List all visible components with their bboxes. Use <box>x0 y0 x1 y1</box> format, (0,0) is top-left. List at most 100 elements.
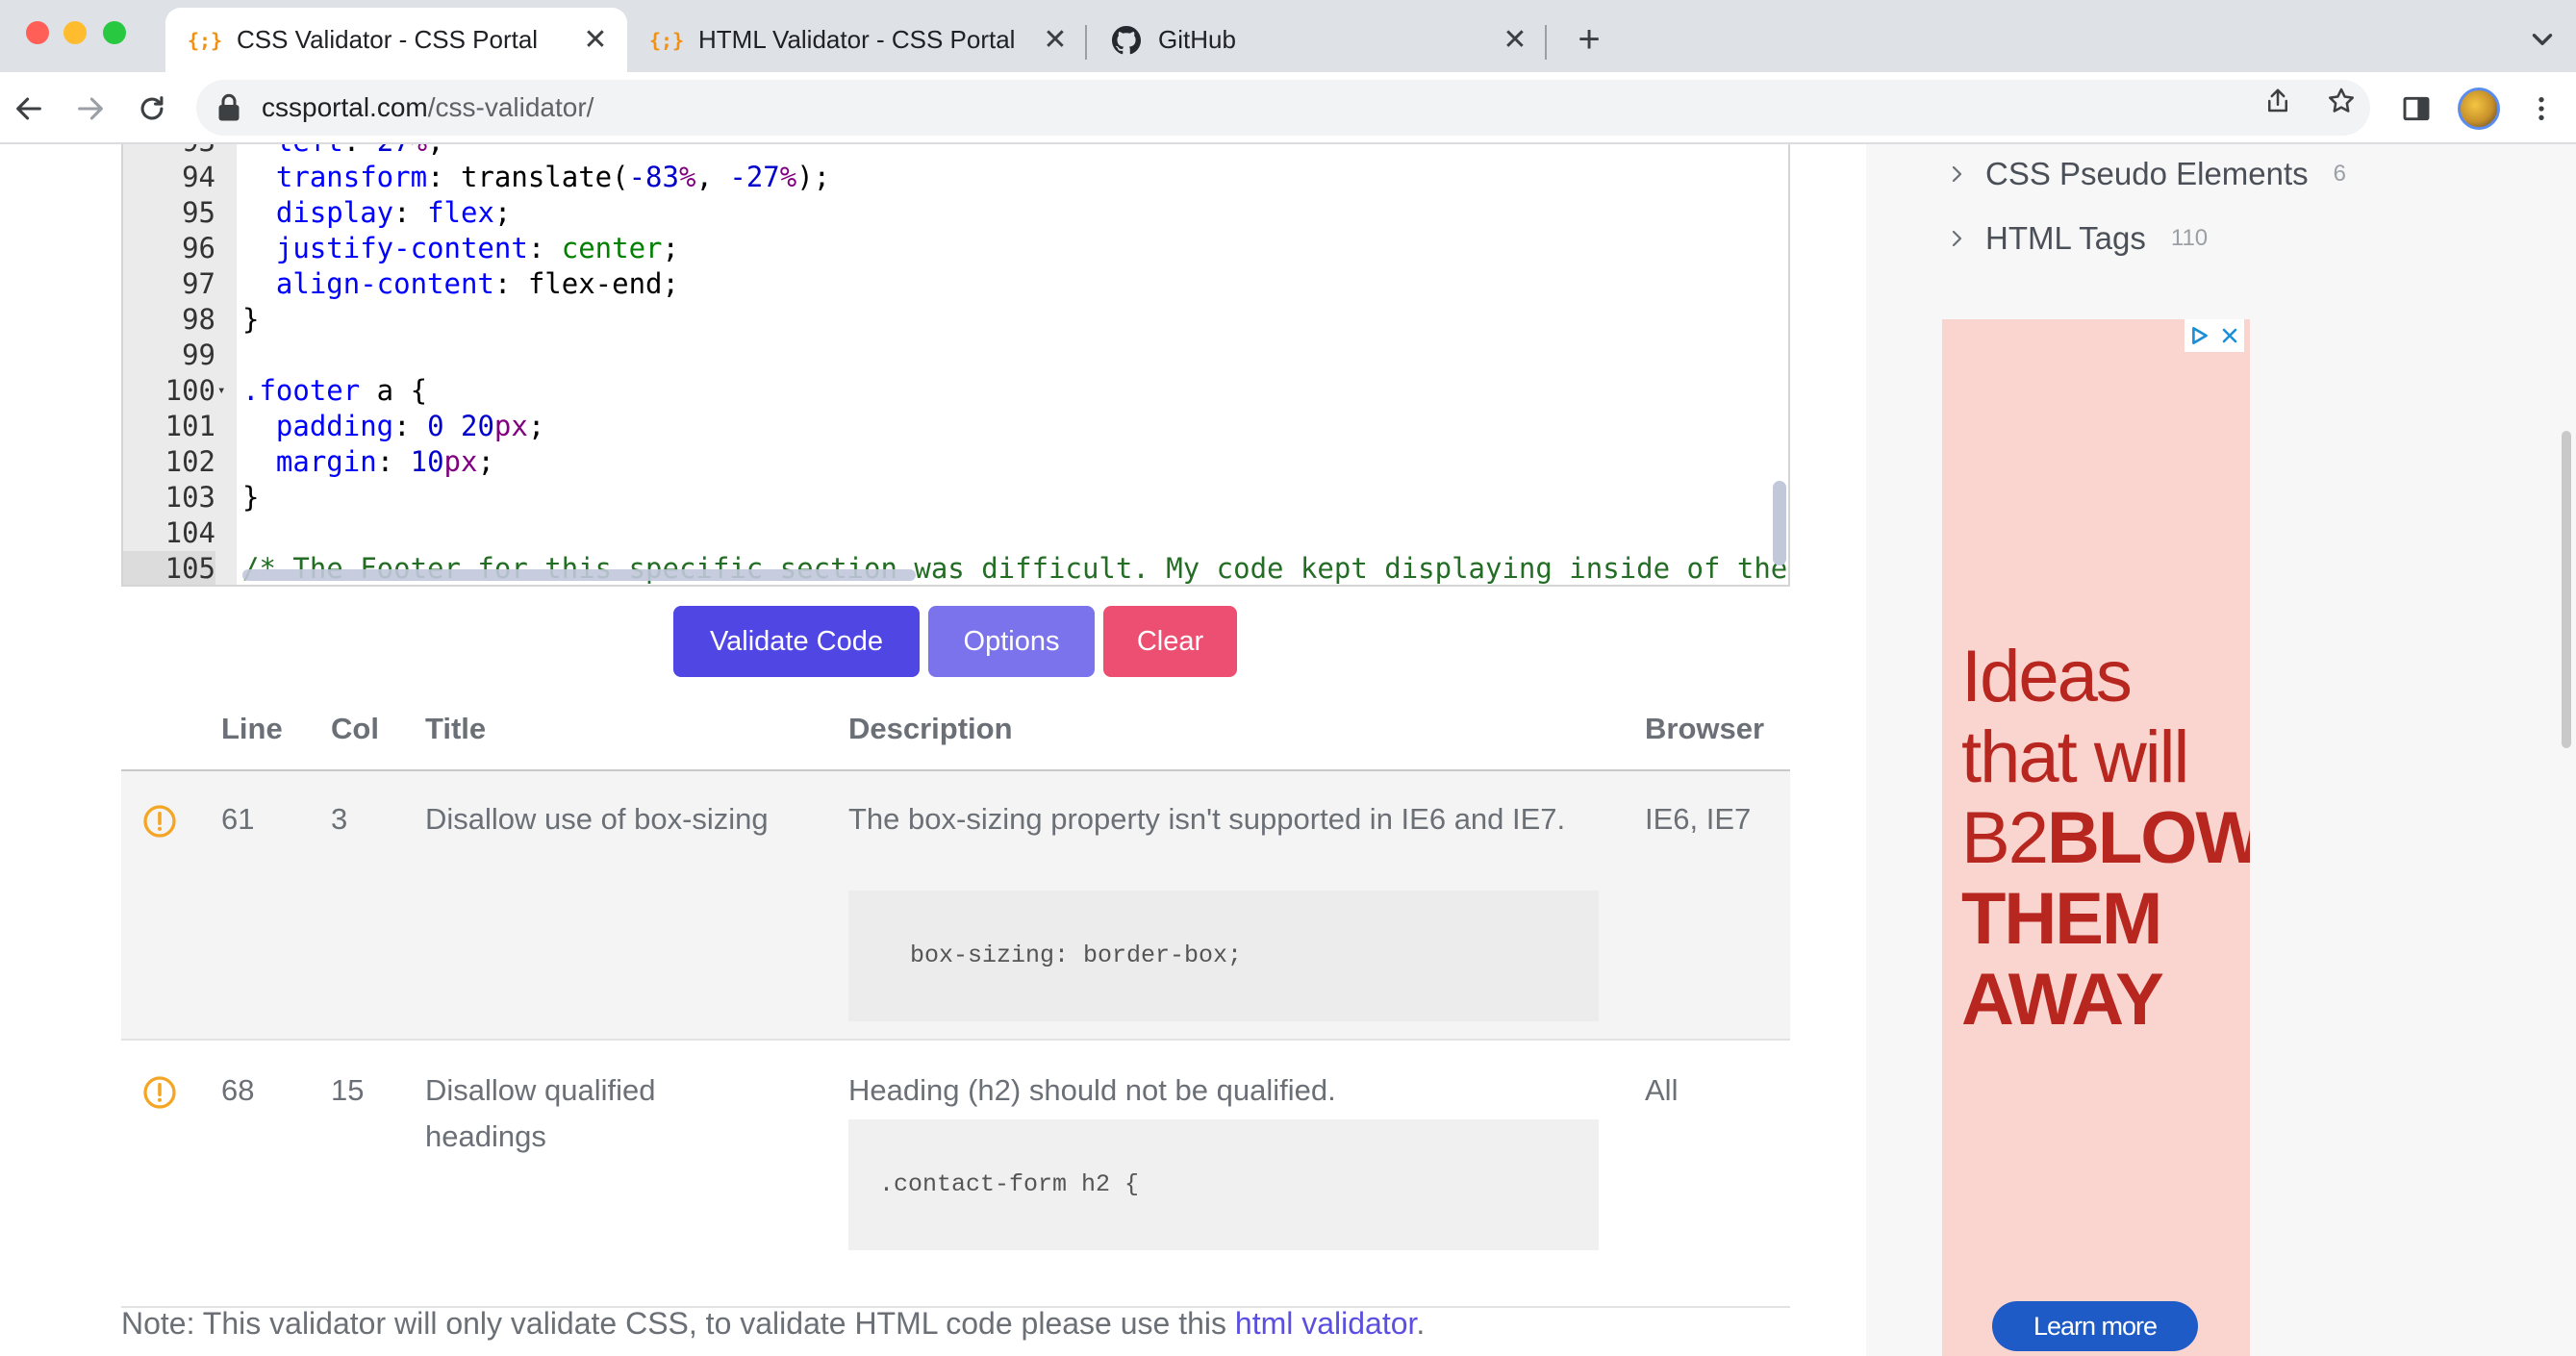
advertisement[interactable]: Ideas that will B2BLOW THEM AWAY <box>1942 319 2250 1356</box>
code-text: } <box>242 481 260 514</box>
chevron-right-icon <box>1952 230 1962 247</box>
code-text: display: flex; <box>275 196 512 229</box>
code-text: padding: 0 20px; <box>275 410 545 442</box>
minimize-window-button[interactable] <box>63 21 87 44</box>
page-viewport: 93 left: 27%;94 transform: translate(-83… <box>0 144 2576 1356</box>
line-number: 96 <box>182 232 215 264</box>
code-line[interactable]: 104 <box>123 515 1788 551</box>
row-title: Disallow use of box-sizing <box>425 802 769 836</box>
table-row: 68 15 Disallow qualified headings Headin… <box>121 1042 1790 1308</box>
maximize-window-button[interactable] <box>103 21 126 44</box>
back-arrow-icon[interactable] <box>8 88 50 130</box>
row-description: The box-sizing property isn't supported … <box>848 802 1566 836</box>
code-text: } <box>242 303 260 336</box>
row-col: 15 <box>331 1073 365 1107</box>
sidebar-item-css-pseudo-elements[interactable]: CSS Pseudo Elements 6 <box>1945 150 2346 198</box>
address-bar[interactable]: cssportal.com/css-validator/ <box>196 80 2370 136</box>
row-line: 68 <box>221 1073 255 1107</box>
line-number: 99 <box>182 339 215 371</box>
code-line[interactable]: 94 transform: translate(-83%, -27%); <box>123 160 1788 195</box>
line-number: 103 <box>164 481 215 514</box>
line-number: 95 <box>182 196 215 229</box>
tab-search-chevron-down-icon[interactable] <box>2526 23 2559 56</box>
css-code-editor[interactable]: 93 left: 27%;94 transform: translate(-83… <box>121 144 1790 587</box>
line-number: 105 <box>123 551 215 585</box>
code-line[interactable]: 101 padding: 0 20px; <box>123 409 1788 444</box>
reload-icon[interactable] <box>131 88 173 130</box>
code-line[interactable]: 102 margin: 10px; <box>123 444 1788 480</box>
tab-css-validator[interactable]: {;} CSS Validator - CSS Portal ✕ <box>165 8 627 72</box>
bookmark-star-icon[interactable] <box>2322 82 2361 120</box>
sidebar-item-count: 6 <box>2333 161 2347 187</box>
code-line[interactable]: 93 left: 27%; <box>123 144 1788 160</box>
row-browser: All <box>1645 1073 1679 1107</box>
new-tab-button[interactable]: + <box>1570 20 1608 60</box>
close-tab-icon[interactable]: ✕ <box>581 24 610 56</box>
code-line[interactable]: 95 display: flex; <box>123 195 1788 231</box>
code-line[interactable]: 98} <box>123 302 1788 338</box>
ad-headline: Ideas that will B2BLOW THEM AWAY <box>1961 636 2250 1041</box>
warning-icon <box>143 805 176 838</box>
tab-separator <box>1545 25 1547 60</box>
fold-arrow-icon[interactable]: ▾ <box>217 373 225 409</box>
editor-horizontal-scrollbar[interactable] <box>242 569 916 581</box>
row-line: 61 <box>221 802 255 836</box>
tab-github[interactable]: GitHub ✕ <box>1087 8 1547 72</box>
validator-note: Note: This validator will only validate … <box>121 1306 1426 1341</box>
clear-button[interactable]: Clear <box>1103 606 1237 677</box>
column-header-line: Line <box>221 712 283 745</box>
page-vertical-scrollbar[interactable] <box>2562 431 2571 748</box>
sidebar-item-label: HTML Tags <box>1985 220 2146 256</box>
code-line[interactable]: 99 <box>123 338 1788 373</box>
adchoices-play-icon[interactable] <box>2189 325 2210 346</box>
code-text: transform: translate(-83%, -27%); <box>275 161 831 193</box>
code-line[interactable]: 103} <box>123 480 1788 515</box>
warning-icon <box>143 1076 176 1109</box>
profile-avatar[interactable] <box>2458 88 2500 130</box>
row-description: Heading (h2) should not be qualified. <box>848 1073 1336 1107</box>
ad-learn-more-button[interactable]: Learn more <box>1992 1301 2198 1351</box>
more-menu-icon[interactable] <box>2520 88 2563 130</box>
code-line[interactable]: 96 justify-content: center; <box>123 231 1788 266</box>
line-number: 98 <box>182 303 215 336</box>
column-header-browser: Browser <box>1645 712 1765 745</box>
line-number: 101 <box>164 410 215 442</box>
side-panel-icon[interactable] <box>2395 88 2437 130</box>
editor-vertical-scrollbar[interactable] <box>1773 481 1786 565</box>
css-portal-favicon-icon: {;} <box>187 28 223 52</box>
row-browser: IE6, IE7 <box>1645 802 1752 836</box>
forward-arrow-icon[interactable] <box>69 88 112 130</box>
ad-choices[interactable] <box>2185 319 2244 352</box>
html-validator-link[interactable]: html validator <box>1235 1306 1417 1341</box>
browser-toolbar: cssportal.com/css-validator/ <box>0 72 2576 144</box>
code-text: .footer a { <box>242 374 428 407</box>
github-icon <box>1112 25 1141 55</box>
tab-title: GitHub <box>1158 25 1236 54</box>
close-window-button[interactable] <box>26 21 49 44</box>
close-tab-icon[interactable]: ✕ <box>1041 24 1070 56</box>
tab-html-validator[interactable]: {;} HTML Validator - CSS Portal ✕ <box>627 8 1087 72</box>
close-ad-icon[interactable] <box>2220 326 2239 345</box>
validate-code-button[interactable]: Validate Code <box>673 606 920 677</box>
column-header-col: Col <box>331 712 379 745</box>
line-number: 93 <box>123 144 215 160</box>
code-line[interactable]: 97 align-content: flex-end; <box>123 266 1788 302</box>
table-row: 61 3 Disallow use of box-sizing The box-… <box>121 771 1790 1041</box>
code-text: justify-content: center; <box>275 232 679 264</box>
css-portal-favicon-icon: {;} <box>648 28 685 52</box>
tab-title: CSS Validator - CSS Portal <box>237 25 539 54</box>
code-text: align-content: flex-end; <box>275 267 679 300</box>
close-tab-icon[interactable]: ✕ <box>1501 24 1529 56</box>
browser-tab-bar: {;} CSS Validator - CSS Portal ✕ {;} HTM… <box>0 0 2576 72</box>
code-line[interactable]: 100 ▾ .footer a { <box>123 373 1788 409</box>
code-text: left: 27%; <box>242 144 444 160</box>
options-button[interactable]: Options <box>928 606 1095 677</box>
column-header-title: Title <box>425 712 487 745</box>
column-header-description: Description <box>848 712 1013 745</box>
line-number: 104 <box>164 516 215 549</box>
share-icon[interactable] <box>2259 82 2297 120</box>
code-text: margin: 10px; <box>275 445 494 478</box>
lock-icon[interactable] <box>217 92 244 123</box>
sidebar-item-html-tags[interactable]: HTML Tags 110 <box>1945 214 2208 263</box>
row-code-snippet: box-sizing: border-box; <box>848 891 1599 1021</box>
